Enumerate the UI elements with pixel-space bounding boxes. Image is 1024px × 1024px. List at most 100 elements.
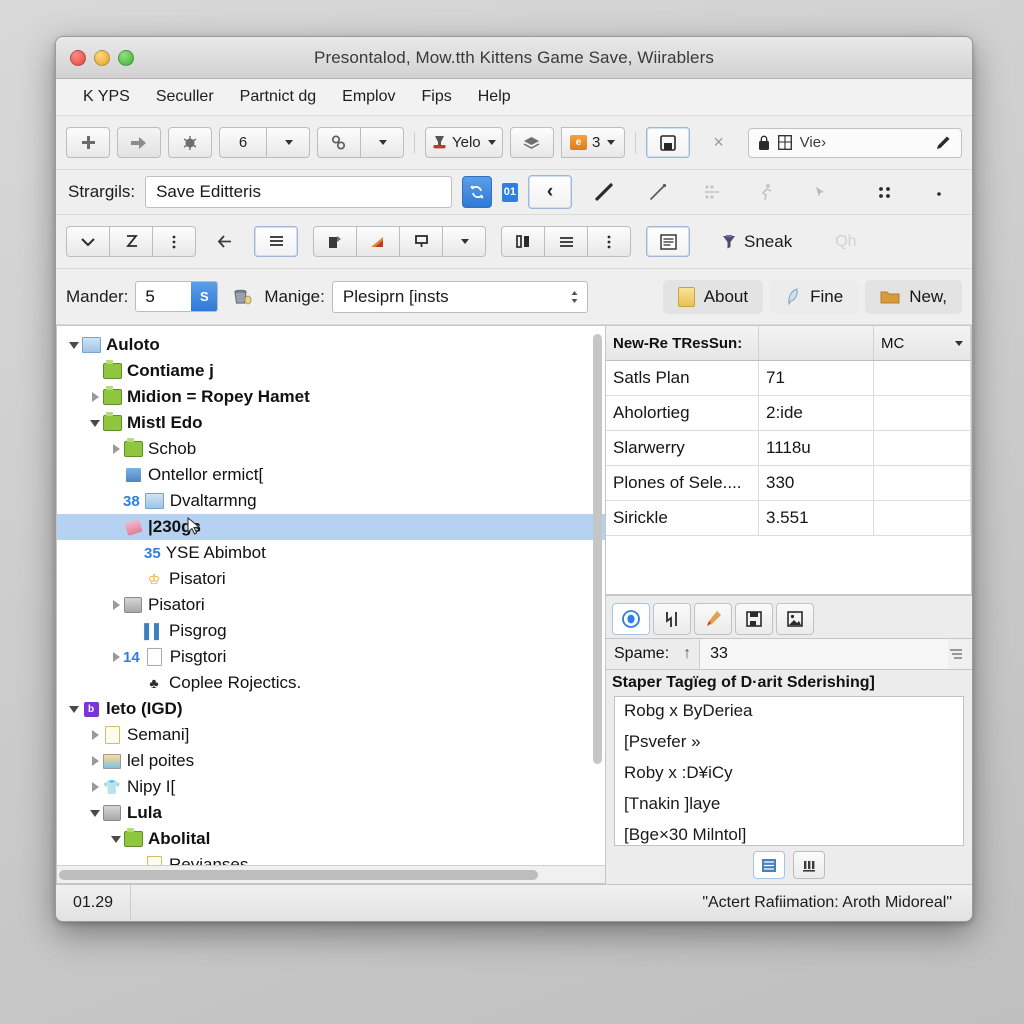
tree-item[interactable]: Reyianses <box>57 852 605 865</box>
link-dropdown-group[interactable] <box>317 127 404 158</box>
orange-count-group[interactable]: e 3 <box>560 127 625 158</box>
tree-item[interactable]: Pisatori <box>57 592 605 618</box>
address-bar[interactable]: Vie› <box>747 127 962 158</box>
back-indent-button[interactable] <box>203 226 247 257</box>
tree-item[interactable]: Ontellor ermict[ <box>57 462 605 488</box>
close-button[interactable] <box>70 49 86 66</box>
format-group-3[interactable] <box>501 226 631 257</box>
single-dot-button[interactable] <box>916 177 960 208</box>
tree-vertical-scrollbar[interactable] <box>592 330 604 863</box>
disclosure-triangle-icon[interactable] <box>67 705 81 713</box>
tree-item[interactable]: Contiame j <box>57 358 605 384</box>
list-item[interactable]: Robg x ByDeriea <box>615 697 963 728</box>
menu-item-partnictdg[interactable]: Partnict dg <box>227 84 329 110</box>
tree-item[interactable]: Auloto <box>57 332 605 358</box>
tree-item[interactable]: b leto (IGD) <box>57 696 605 722</box>
list-item[interactable]: [Bge×30 Milntol] <box>615 821 963 845</box>
runner-tool-button[interactable] <box>744 177 788 208</box>
tree-item[interactable]: 👕 Nipy I[ <box>57 774 605 800</box>
grid-dots-button[interactable] <box>862 177 906 208</box>
pointer-tool-button[interactable] <box>798 177 842 208</box>
menu-item-emplov[interactable]: Emplov <box>329 84 408 110</box>
disclosure-triangle-icon[interactable] <box>88 419 102 427</box>
table-header-name[interactable]: New-Re TResSun: <box>606 326 759 361</box>
tree-item[interactable]: ♣ Coplee Rojectics. <box>57 670 605 696</box>
count-value[interactable]: 6 <box>219 127 267 158</box>
tab-save[interactable] <box>735 603 773 635</box>
count-dropdown-arrow[interactable] <box>267 127 310 158</box>
sort-arrow-icon[interactable]: ↑ <box>683 645 691 663</box>
thin-line-tool-button[interactable] <box>636 177 680 208</box>
stack-button[interactable] <box>509 127 554 158</box>
tree-item[interactable]: Mistl Edo <box>57 410 605 436</box>
manige-select[interactable]: Plesiprn [insts <box>331 280 588 313</box>
count-dropdown-group[interactable]: 6 <box>219 127 310 158</box>
menu-item-seculler[interactable]: Seculler <box>143 84 227 110</box>
list-item[interactable]: [Psvefer » <box>615 728 963 759</box>
tag-button[interactable] <box>400 226 443 257</box>
disclosure-triangle-icon[interactable] <box>109 835 123 843</box>
tree-item[interactable]: lel poites <box>57 748 605 774</box>
overflow-menu-button[interactable] <box>153 226 196 257</box>
menu-item-fips[interactable]: Fips <box>409 84 465 110</box>
more-options-button[interactable] <box>588 226 631 257</box>
disclosure-triangle-icon[interactable] <box>109 652 123 662</box>
tree-item[interactable]: |230gs <box>57 514 605 540</box>
document-view-button[interactable] <box>646 226 690 257</box>
badge-01[interactable]: 01 <box>501 182 518 202</box>
disclosure-triangle-icon[interactable] <box>88 756 102 766</box>
table-header-mc[interactable]: MC <box>873 326 971 361</box>
list-view[interactable]: Robg x ByDeriea [Psvefer » Roby x :D¥iCy [T… <box>614 696 964 846</box>
tree-item[interactable]: Midion = Ropey Hamet <box>57 384 605 410</box>
path-input[interactable]: Save Editteris <box>145 176 453 208</box>
path-refresh-button[interactable] <box>462 176 492 208</box>
tree-item[interactable]: ▌▌ Pisgrog <box>57 618 605 644</box>
table-header-value[interactable] <box>758 326 874 361</box>
mander-stepper[interactable]: S <box>191 282 218 311</box>
disclosure-triangle-icon[interactable] <box>88 730 102 740</box>
table-row[interactable]: Aholortieg 2:ide <box>606 395 971 431</box>
tree-item[interactable]: 14 Pisgtori <box>57 644 605 670</box>
mander-input[interactable]: 5 S <box>135 281 219 312</box>
spame-value[interactable]: 33 <box>700 639 948 669</box>
close-tab-button[interactable]: × <box>697 127 741 158</box>
triangle-chart-button[interactable] <box>357 226 400 257</box>
chevron-down-button[interactable] <box>66 226 110 257</box>
menu-item-kyps[interactable]: K YPS <box>70 84 143 110</box>
add-button[interactable] <box>66 127 110 158</box>
tree-item[interactable]: Schob <box>57 436 605 462</box>
list-view-button[interactable] <box>254 226 298 257</box>
tree-item[interactable]: Semani] <box>57 722 605 748</box>
tree-item[interactable]: 35 YSE Abimbot <box>57 540 605 566</box>
bookmark-button[interactable] <box>645 127 690 158</box>
pencil-icon[interactable] <box>935 134 952 151</box>
zigzag-button[interactable] <box>110 226 153 257</box>
disclosure-triangle-icon[interactable] <box>88 782 102 792</box>
list-layout-button[interactable] <box>753 851 785 879</box>
tab-pen[interactable] <box>694 603 732 635</box>
tree-horizontal-scrollbar[interactable] <box>57 865 605 883</box>
format-group-2[interactable] <box>313 226 486 257</box>
forward-button[interactable] <box>117 127 161 158</box>
dashed-tool-button[interactable] <box>690 177 734 208</box>
tree-item[interactable]: Abolital <box>57 826 605 852</box>
tree-item[interactable]: Lula <box>57 800 605 826</box>
orange-count-button[interactable]: e 3 <box>560 127 625 158</box>
table-row[interactable]: Sirickle 3.551 <box>606 500 971 536</box>
menu-item-help[interactable]: Help <box>465 84 524 110</box>
window-controls[interactable] <box>70 49 134 66</box>
table-row[interactable]: Plones of Sele.... 330 <box>606 465 971 501</box>
disclosure-triangle-icon[interactable] <box>88 392 102 402</box>
column-layout-button[interactable] <box>793 851 825 879</box>
disclosure-triangle-icon[interactable] <box>109 600 123 610</box>
link-dropdown-arrow[interactable] <box>361 127 404 158</box>
tab-image[interactable] <box>776 603 814 635</box>
minimize-button[interactable] <box>94 49 110 66</box>
align-button[interactable] <box>545 226 588 257</box>
tab-waveform[interactable] <box>653 603 691 635</box>
about-button[interactable]: About <box>662 279 764 314</box>
list-options-icon[interactable] <box>948 647 964 661</box>
table-row[interactable]: Satls Plan 71 <box>606 360 971 396</box>
back-button[interactable]: ‹ <box>528 175 572 209</box>
tree-item[interactable]: ♔ Pisatori <box>57 566 605 592</box>
